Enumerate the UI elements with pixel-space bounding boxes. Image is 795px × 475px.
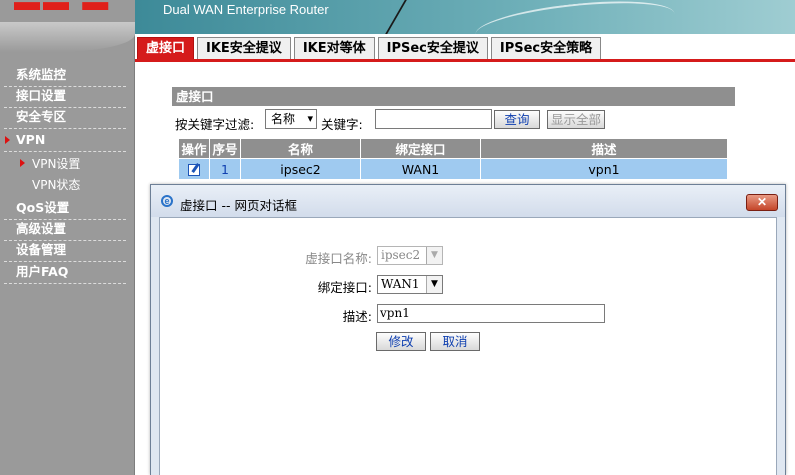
sidebar-item-advanced[interactable]: 高级设置 <box>4 219 126 241</box>
sidebar-item-security[interactable]: 安全专区 <box>4 107 126 129</box>
column-header: 绑定接口 <box>360 138 481 159</box>
sidebar-subitem-vpn-status[interactable]: VPN状态 <box>20 176 80 194</box>
header-banner: Dual WAN Enterprise Router <box>135 0 795 34</box>
tab-ike-proposal[interactable]: IKE安全提议 <box>197 37 291 60</box>
table-header-row: 操作 序号 名称 绑定接口 描述 <box>178 138 728 159</box>
sidebar-item-device-mgmt[interactable]: 设备管理 <box>4 240 126 262</box>
sidebar: ▬▬ ▬ 系统监控 接口设置 安全专区 VPN VPN设置 VPN状态 QoS设… <box>0 0 135 475</box>
bind-interface-select[interactable]: WAN1 ▼ <box>377 275 443 294</box>
bind-interface-label: 绑定接口: <box>317 280 372 295</box>
sidebar-item-label: 安全专区 <box>16 109 67 124</box>
interface-name-select: ipsec2 ▼ <box>377 246 443 265</box>
logo-wave <box>0 22 135 52</box>
close-icon[interactable]: ✕ <box>746 194 778 211</box>
sidebar-item-interface[interactable]: 接口设置 <box>4 86 126 108</box>
interface-name-value: ipsec2 <box>381 248 421 262</box>
sidebar-item-label: 用户FAQ <box>16 264 69 279</box>
table-cell-bind: WAN1 <box>360 158 481 180</box>
sidebar-item-label: 高级设置 <box>16 221 67 236</box>
dialog-titlebar[interactable]: e 虚接口 -- 网页对话框 ✕ <box>151 185 785 217</box>
sidebar-subitem-vpn-settings[interactable]: VPN设置 <box>20 155 80 173</box>
logo-mark: ▬▬ ▬ <box>14 0 112 16</box>
section-title: 虚接口 <box>172 87 735 106</box>
header-title: Dual WAN Enterprise Router <box>163 2 329 17</box>
column-header: 描述 <box>480 138 728 159</box>
table-cell-operation <box>178 158 210 180</box>
header-decoration <box>385 0 465 34</box>
browser-icon: e <box>161 195 173 207</box>
column-header: 名称 <box>240 138 361 159</box>
sidebar-item-label: VPN <box>16 132 46 147</box>
sidebar-item-label: QoS设置 <box>16 200 70 215</box>
sidebar-item-label: 系统监控 <box>16 67 67 82</box>
sidebar-item-label: 设备管理 <box>16 242 67 257</box>
sidebar-subitem-label: VPN设置 <box>32 157 81 171</box>
sidebar-item-vpn[interactable]: VPN <box>4 130 126 152</box>
keyword-label: 关键字: <box>321 117 363 132</box>
filter-select-value: 名称 <box>271 112 296 126</box>
active-arrow-icon <box>5 136 10 144</box>
column-header: 序号 <box>209 138 241 159</box>
show-all-button[interactable]: 显示全部 <box>547 110 605 129</box>
header-swoosh <box>473 0 677 34</box>
column-header: 操作 <box>178 138 210 159</box>
tab-ike-peer[interactable]: IKE对等体 <box>293 37 375 60</box>
logo: ▬▬ ▬ <box>0 0 135 52</box>
description-input[interactable]: vpn1 <box>377 304 605 323</box>
sidebar-item-faq[interactable]: 用户FAQ <box>4 262 126 284</box>
tab-ipsec-policy[interactable]: IPSec安全策略 <box>490 37 602 60</box>
table-row: 1 ipsec2 WAN1 vpn1 <box>178 158 728 180</box>
tab-underline <box>135 59 795 62</box>
description-label: 描述: <box>342 309 372 324</box>
tab-ipsec-proposal[interactable]: IPSec安全提议 <box>377 37 488 60</box>
edit-dialog: e 虚接口 -- 网页对话框 ✕ 虚接口名称: ipsec2 ▼ 绑定接口: W… <box>150 184 786 475</box>
table-cell-desc: vpn1 <box>480 158 728 180</box>
dialog-title: 虚接口 -- 网页对话框 <box>180 198 297 213</box>
sidebar-item-qos[interactable]: QoS设置 <box>4 198 126 220</box>
table-cell-index: 1 <box>209 158 241 180</box>
filter-select[interactable]: 名称 <box>265 109 317 129</box>
tab-bar: 虚接口 IKE安全提议 IKE对等体 IPSec安全提议 IPSec安全策略 <box>137 37 604 60</box>
chevron-down-icon: ▼ <box>426 247 442 264</box>
active-arrow-icon <box>20 159 25 167</box>
query-button[interactable]: 查询 <box>494 110 540 129</box>
sidebar-item-system-monitor[interactable]: 系统监控 <box>4 65 126 87</box>
sidebar-subitem-label: VPN状态 <box>32 178 81 192</box>
cancel-button[interactable]: 取消 <box>430 332 480 351</box>
table-cell-name: ipsec2 <box>240 158 361 180</box>
router-admin-page: ▬▬ ▬ 系统监控 接口设置 安全专区 VPN VPN设置 VPN状态 QoS设… <box>0 0 795 475</box>
keyword-input[interactable] <box>375 109 492 129</box>
virtual-interface-table: 操作 序号 名称 绑定接口 描述 1 ipsec2 WAN1 vpn1 <box>178 138 728 180</box>
bind-interface-value: WAN1 <box>381 277 420 291</box>
tab-virtual-interface[interactable]: 虚接口 <box>137 37 195 60</box>
chevron-down-icon[interactable]: ▼ <box>426 276 442 293</box>
interface-name-label: 虚接口名称: <box>305 251 372 266</box>
sidebar-item-label: 接口设置 <box>16 88 67 103</box>
edit-icon[interactable] <box>188 164 200 176</box>
dialog-body: 虚接口名称: ipsec2 ▼ 绑定接口: WAN1 ▼ 描述: vpn1 修改… <box>159 217 777 475</box>
filter-label: 按关键字过滤: <box>175 117 255 132</box>
modify-button[interactable]: 修改 <box>376 332 426 351</box>
